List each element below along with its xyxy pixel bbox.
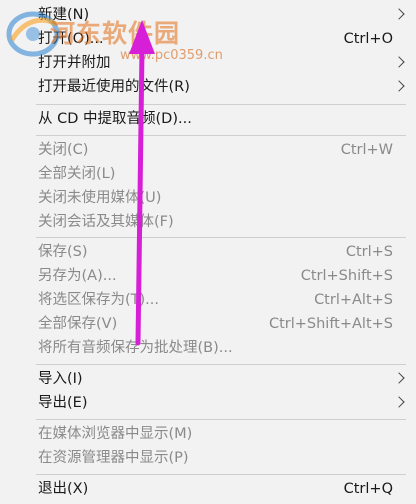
menu-item-label: 将选区保存为(T)... — [38, 292, 159, 308]
menu-item-label: 将所有音频保存为批处理(B)... — [38, 340, 233, 356]
menu-item-reveal-explorer[interactable]: 在资源管理器中显示(P) — [0, 446, 416, 470]
menu-item-label: 打开并附加 — [38, 55, 111, 71]
menu-separator — [36, 474, 406, 475]
menu-item-close-unused[interactable]: 关闭未使用媒体(U) — [0, 186, 416, 210]
menu-separator — [36, 135, 406, 136]
menu-item-open[interactable]: 打开(O)... Ctrl+O — [0, 27, 416, 51]
menu-item-label: 另存为(A)... — [38, 268, 117, 284]
menu-item-label: 全部保存(V) — [38, 316, 118, 332]
menu-item-close-all[interactable]: 全部关闭(L) — [0, 162, 416, 186]
menu-separator — [36, 237, 406, 238]
menu-item-label: 打开(O)... — [38, 31, 104, 47]
menu-item-label: 关闭(C) — [38, 142, 89, 158]
menu-item-close[interactable]: 关闭(C) Ctrl+W — [0, 138, 416, 162]
menu-item-save-batch[interactable]: 将所有音频保存为批处理(B)... — [0, 336, 416, 360]
menu-item-label: 导入(I) — [38, 371, 83, 387]
menu-separator — [36, 419, 406, 420]
file-menu: 新建(N) 打开(O)... Ctrl+O 打开并附加 打开最近使用的文件(R)… — [0, 0, 416, 504]
menu-item-save-selection[interactable]: 将选区保存为(T)... Ctrl+Alt+S — [0, 288, 416, 312]
menu-item-label: 全部关闭(L) — [38, 166, 116, 182]
menu-item-label: 关闭未使用媒体(U) — [38, 190, 162, 206]
menu-item-label: 在媒体浏览器中显示(M) — [38, 426, 193, 442]
shortcut-label: Ctrl+Alt+S — [314, 292, 393, 308]
menu-item-export[interactable]: 导出(E) — [0, 391, 416, 415]
menu-item-label: 退出(X) — [38, 481, 89, 497]
menu-item-label: 导出(E) — [38, 395, 88, 411]
submenu-arrow-icon — [393, 372, 405, 384]
submenu-arrow-icon — [393, 56, 405, 68]
menu-item-save-as[interactable]: 另存为(A)... Ctrl+Shift+S — [0, 264, 416, 288]
submenu-arrow-icon — [393, 396, 405, 408]
menu-item-save[interactable]: 保存(S) Ctrl+S — [0, 240, 416, 264]
menu-item-exit[interactable]: 退出(X) Ctrl+Q — [0, 477, 416, 501]
shortcut-label: Ctrl+Q — [343, 481, 393, 497]
shortcut-label: Ctrl+Shift+Alt+S — [268, 316, 393, 332]
menu-item-label: 新建(N) — [38, 7, 90, 23]
shortcut-label: Ctrl+W — [340, 142, 393, 158]
menu-item-label: 保存(S) — [38, 244, 88, 260]
menu-item-reveal-media-browser[interactable]: 在媒体浏览器中显示(M) — [0, 422, 416, 446]
menu-separator — [36, 104, 406, 105]
shortcut-label: Ctrl+O — [343, 31, 393, 47]
shortcut-label: Ctrl+Shift+S — [300, 268, 393, 284]
menu-item-extract-cd[interactable]: 从 CD 中提取音频(D)... — [0, 107, 416, 131]
menu-item-label: 从 CD 中提取音频(D)... — [38, 111, 192, 127]
submenu-arrow-icon — [393, 8, 405, 20]
menu-separator — [36, 364, 406, 365]
menu-item-new[interactable]: 新建(N) — [0, 3, 416, 27]
menu-item-label: 关闭会话及其媒体(F) — [38, 214, 174, 230]
menu-item-label: 打开最近使用的文件(R) — [38, 79, 190, 95]
menu-item-open-append[interactable]: 打开并附加 — [0, 51, 416, 75]
menu-item-save-all[interactable]: 全部保存(V) Ctrl+Shift+Alt+S — [0, 312, 416, 336]
menu-item-close-session[interactable]: 关闭会话及其媒体(F) — [0, 210, 416, 234]
submenu-arrow-icon — [393, 80, 405, 92]
menu-item-import[interactable]: 导入(I) — [0, 367, 416, 391]
menu-item-open-recent[interactable]: 打开最近使用的文件(R) — [0, 75, 416, 99]
shortcut-label: Ctrl+S — [345, 244, 393, 260]
menu-item-label: 在资源管理器中显示(P) — [38, 450, 189, 466]
